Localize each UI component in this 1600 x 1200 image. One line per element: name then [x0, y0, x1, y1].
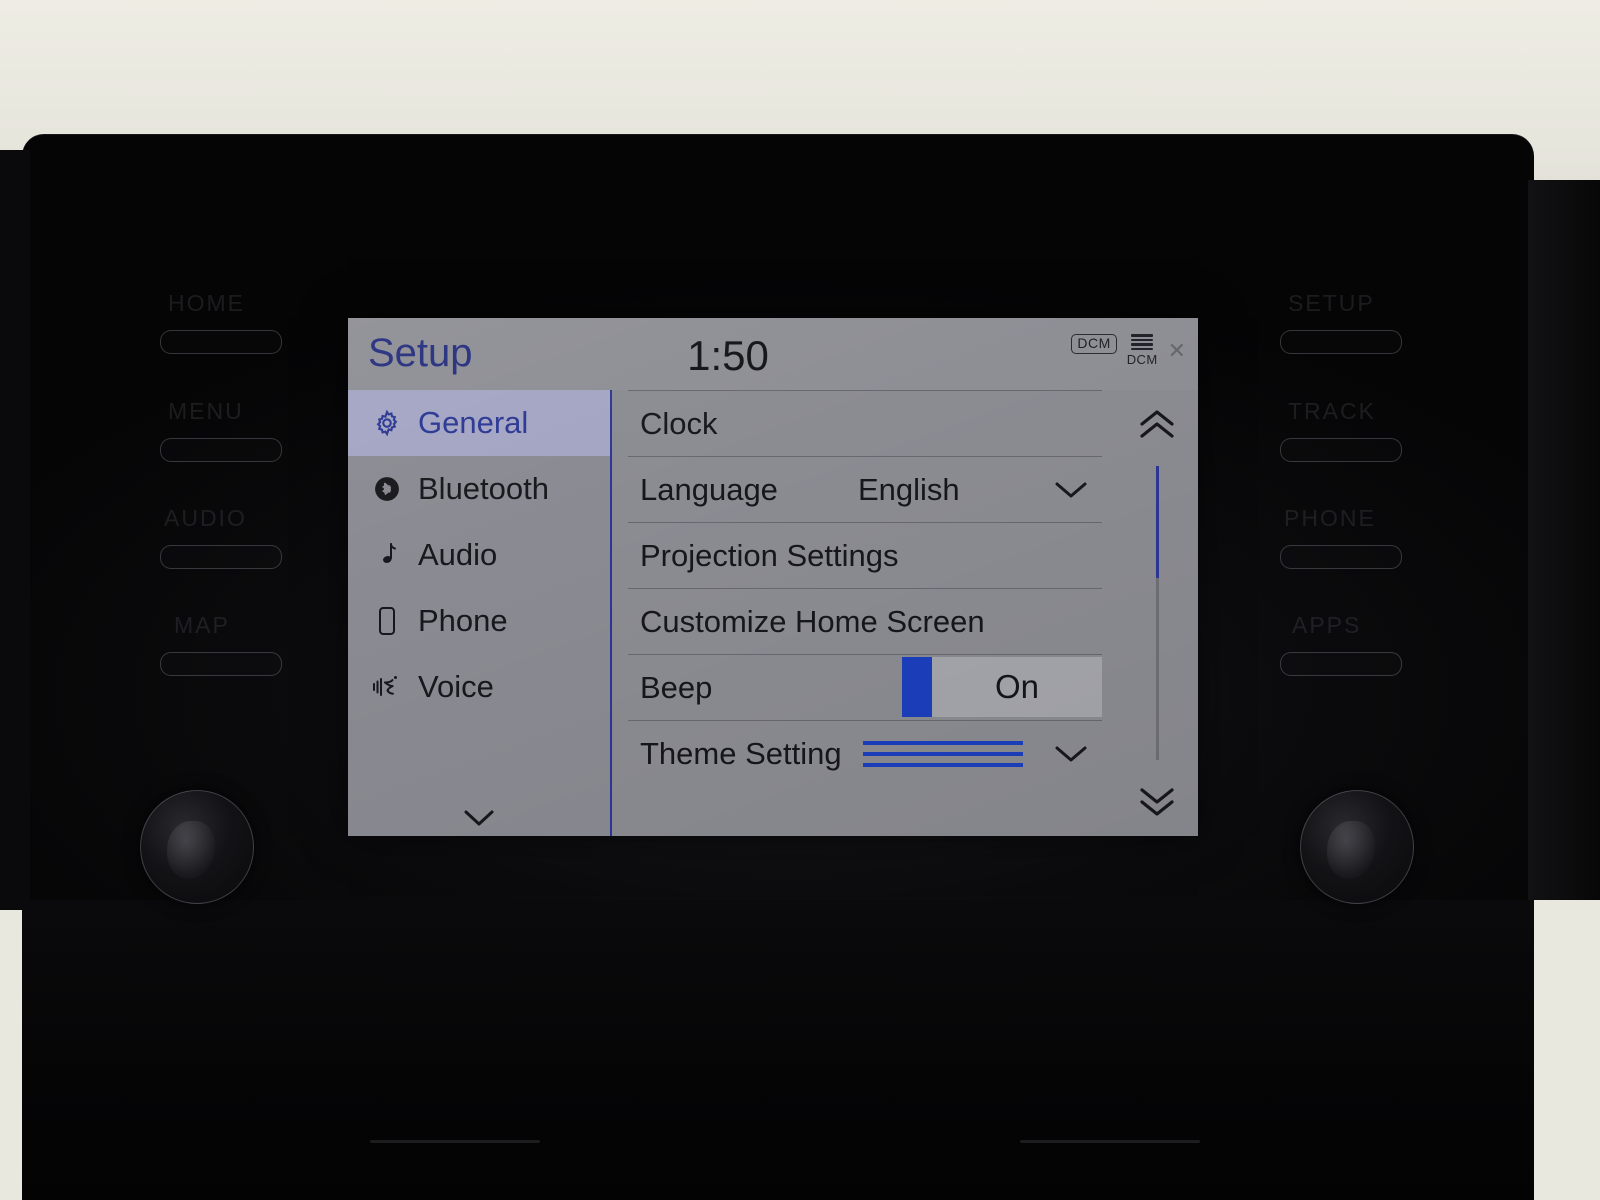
no-connection-icon: ✕ [1167, 338, 1186, 363]
housing-right-panel [1528, 180, 1600, 900]
list-item-language[interactable]: Language English [628, 456, 1102, 522]
chevron-down-icon [1055, 482, 1087, 497]
vent-slot [1020, 1140, 1200, 1143]
hard-button-setup[interactable] [1280, 330, 1402, 354]
sidebar-item-label: Audio [418, 537, 498, 572]
power-volume-knob[interactable] [140, 790, 254, 904]
list-item-label: Theme Setting [640, 735, 842, 771]
sidebar-scroll-down-button[interactable] [348, 806, 610, 830]
hard-button-track[interactable] [1280, 438, 1402, 462]
music-note-icon [370, 541, 404, 569]
hard-button-label-apps: APPS [1292, 612, 1362, 638]
bluetooth-icon [370, 476, 404, 502]
hard-button-label-track: TRACK [1288, 398, 1376, 424]
scrollbar-thumb[interactable] [1155, 466, 1159, 578]
list-item-beep[interactable]: Beep On [628, 654, 1102, 720]
list-item-label: Language [640, 471, 778, 507]
hard-button-home[interactable] [160, 330, 282, 354]
sidebar-item-audio[interactable]: Audio [348, 522, 610, 588]
dashboard-photo: HOME MENU AUDIO MAP SETUP TRACK PHONE AP… [0, 0, 1600, 1200]
hard-button-apps[interactable] [1280, 652, 1402, 676]
hard-button-phone[interactable] [1280, 545, 1402, 569]
chevron-down-icon [464, 810, 494, 826]
voice-icon [370, 673, 404, 701]
list-item-customize-home-screen[interactable]: Customize Home Screen [628, 588, 1102, 654]
list-item-value: English [858, 471, 960, 507]
sidebar-item-voice[interactable]: Voice [348, 654, 610, 720]
sidebar-item-label: Voice [418, 669, 494, 704]
hard-button-label-setup: SETUP [1288, 290, 1375, 316]
list-item-label: Customize Home Screen [640, 603, 985, 639]
list-item-label: Clock [640, 405, 718, 441]
double-chevron-down-icon [1140, 788, 1174, 816]
hard-button-label-audio: AUDIO [164, 505, 247, 531]
signal-strength-icon: DCM [1127, 334, 1158, 367]
dcm-badge-icon: DCM [1071, 334, 1117, 354]
theme-swatch-icon [863, 740, 1023, 767]
hard-button-menu[interactable] [160, 438, 282, 462]
settings-list: Clock Language English Projection Settin… [612, 390, 1116, 836]
toggle-state-label: On [994, 668, 1040, 705]
hard-button-label-map: MAP [174, 612, 230, 638]
list-item-clock[interactable]: Clock [628, 390, 1102, 456]
vent-slot [370, 1140, 540, 1143]
infotainment-screen: Setup 1:50 DCM DCM ✕ General Bluetooth A… [348, 318, 1198, 836]
sidebar-item-label: General [418, 405, 529, 440]
status-icon-tray: DCM DCM ✕ [1071, 334, 1186, 367]
gear-icon [370, 408, 404, 438]
screen-body: General Bluetooth Audio Phone Voice Cloc… [348, 390, 1198, 836]
list-item-projection-settings[interactable]: Projection Settings [628, 522, 1102, 588]
language-dropdown-button[interactable] [1050, 477, 1092, 503]
housing-left-panel [0, 150, 30, 910]
beep-toggle[interactable]: On [902, 657, 1102, 717]
sidebar-item-label: Bluetooth [418, 471, 549, 506]
phone-icon [370, 606, 404, 636]
hard-button-map[interactable] [160, 652, 282, 676]
list-item-label: Beep [640, 669, 713, 705]
housing-lower-panel [22, 900, 1534, 1200]
list-scrollbar[interactable] [1116, 390, 1198, 836]
toggle-indicator-icon [902, 657, 932, 717]
hard-button-label-menu: MENU [168, 398, 244, 424]
scroll-page-down-button[interactable] [1135, 766, 1179, 836]
chevron-down-icon [1055, 746, 1087, 761]
sidebar-item-general[interactable]: General [348, 390, 610, 456]
theme-dropdown-button[interactable] [1050, 741, 1092, 767]
hard-button-label-home: HOME [168, 290, 245, 316]
scrollbar-track[interactable] [1155, 466, 1159, 760]
signal-label: DCM [1126, 352, 1158, 368]
list-item-label: Projection Settings [640, 537, 899, 573]
double-chevron-up-icon [1140, 410, 1174, 438]
tune-scroll-knob[interactable] [1300, 790, 1414, 904]
scroll-page-up-button[interactable] [1135, 390, 1179, 460]
sidebar-item-phone[interactable]: Phone [348, 588, 610, 654]
sidebar-item-label: Phone [418, 603, 508, 638]
signal-bars-icon [1131, 334, 1154, 351]
screen-header: Setup 1:50 DCM DCM ✕ [348, 318, 1198, 390]
hard-button-audio[interactable] [160, 545, 282, 569]
sidebar-item-bluetooth[interactable]: Bluetooth [348, 456, 610, 522]
list-item-theme-setting[interactable]: Theme Setting [628, 720, 1102, 786]
hard-button-label-phone: PHONE [1284, 505, 1376, 531]
category-sidebar: General Bluetooth Audio Phone Voice [348, 390, 612, 836]
